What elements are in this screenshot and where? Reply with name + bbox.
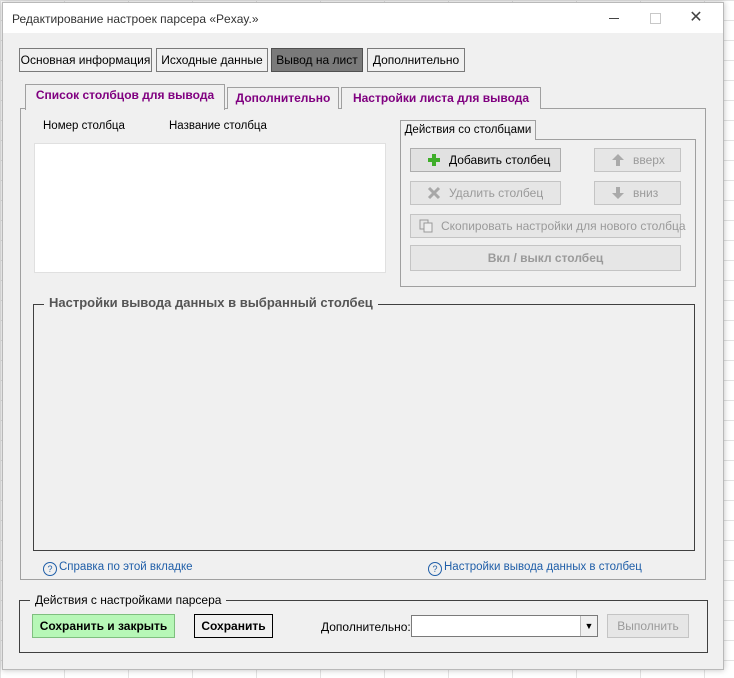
execute-button[interactable]: Выполнить <box>607 614 689 638</box>
additional-label: Дополнительно: <box>321 620 411 634</box>
minimize-button[interactable] <box>599 7 629 29</box>
move-up-button[interactable]: вверх <box>594 148 681 172</box>
delete-column-button[interactable]: Удалить столбец <box>410 181 561 205</box>
column-number-header: Номер столбца <box>43 120 125 132</box>
save-and-close-button[interactable]: Сохранить и закрыть <box>32 614 175 638</box>
arrow-up-icon <box>612 154 624 166</box>
subtab-sheet-settings[interactable]: Настройки листа для вывода <box>341 87 541 109</box>
column-output-help-link[interactable]: ? Настройки вывода данных в столбец <box>428 561 642 576</box>
tab-main-info[interactable]: Основная информация <box>19 48 152 72</box>
chevron-down-icon[interactable]: ▼ <box>580 616 597 636</box>
close-icon[interactable]: ✕ <box>681 7 711 29</box>
additional-dropdown[interactable]: ▼ <box>411 615 598 637</box>
tab-source-data[interactable]: Исходные данные <box>156 48 268 72</box>
columns-listbox[interactable] <box>34 143 386 273</box>
tab-column-actions[interactable]: Действия со столбцами <box>400 120 536 140</box>
arrow-down-icon <box>612 187 624 199</box>
subtab-additional[interactable]: Дополнительно <box>227 87 339 109</box>
save-button[interactable]: Сохранить <box>194 614 273 638</box>
plus-icon <box>428 154 440 166</box>
delete-x-icon <box>427 186 441 200</box>
tab-output-to-sheet[interactable]: Вывод на лист <box>271 48 363 72</box>
copy-icon <box>419 219 433 233</box>
copy-column-settings-button[interactable]: Скопировать настройки для нового столбца <box>410 214 686 238</box>
help-icon: ? <box>428 562 442 576</box>
title-bar: Редактирование настроек парсера «Pexay.»… <box>3 3 723 33</box>
add-column-button[interactable]: Добавить столбец <box>410 148 561 172</box>
output-settings-title: Настройки вывода данных в выбранный стол… <box>44 295 378 310</box>
tab-additional[interactable]: Дополнительно <box>367 48 465 72</box>
tab-help-link[interactable]: ? Справка по этой вкладке <box>43 561 193 576</box>
toggle-column-button[interactable]: Вкл / выкл столбец <box>410 245 681 271</box>
help-icon: ? <box>43 562 57 576</box>
output-settings-group <box>33 304 695 551</box>
window-title: Редактирование настроек парсера «Pexay.» <box>12 12 259 26</box>
column-name-header: Название столбца <box>169 120 267 132</box>
maximize-button[interactable] <box>640 7 670 29</box>
move-down-button[interactable]: вниз <box>594 181 681 205</box>
parser-actions-title: Действия с настройками парсера <box>30 593 227 607</box>
subtab-columns-list[interactable]: Список столбцов для вывода <box>25 84 225 110</box>
